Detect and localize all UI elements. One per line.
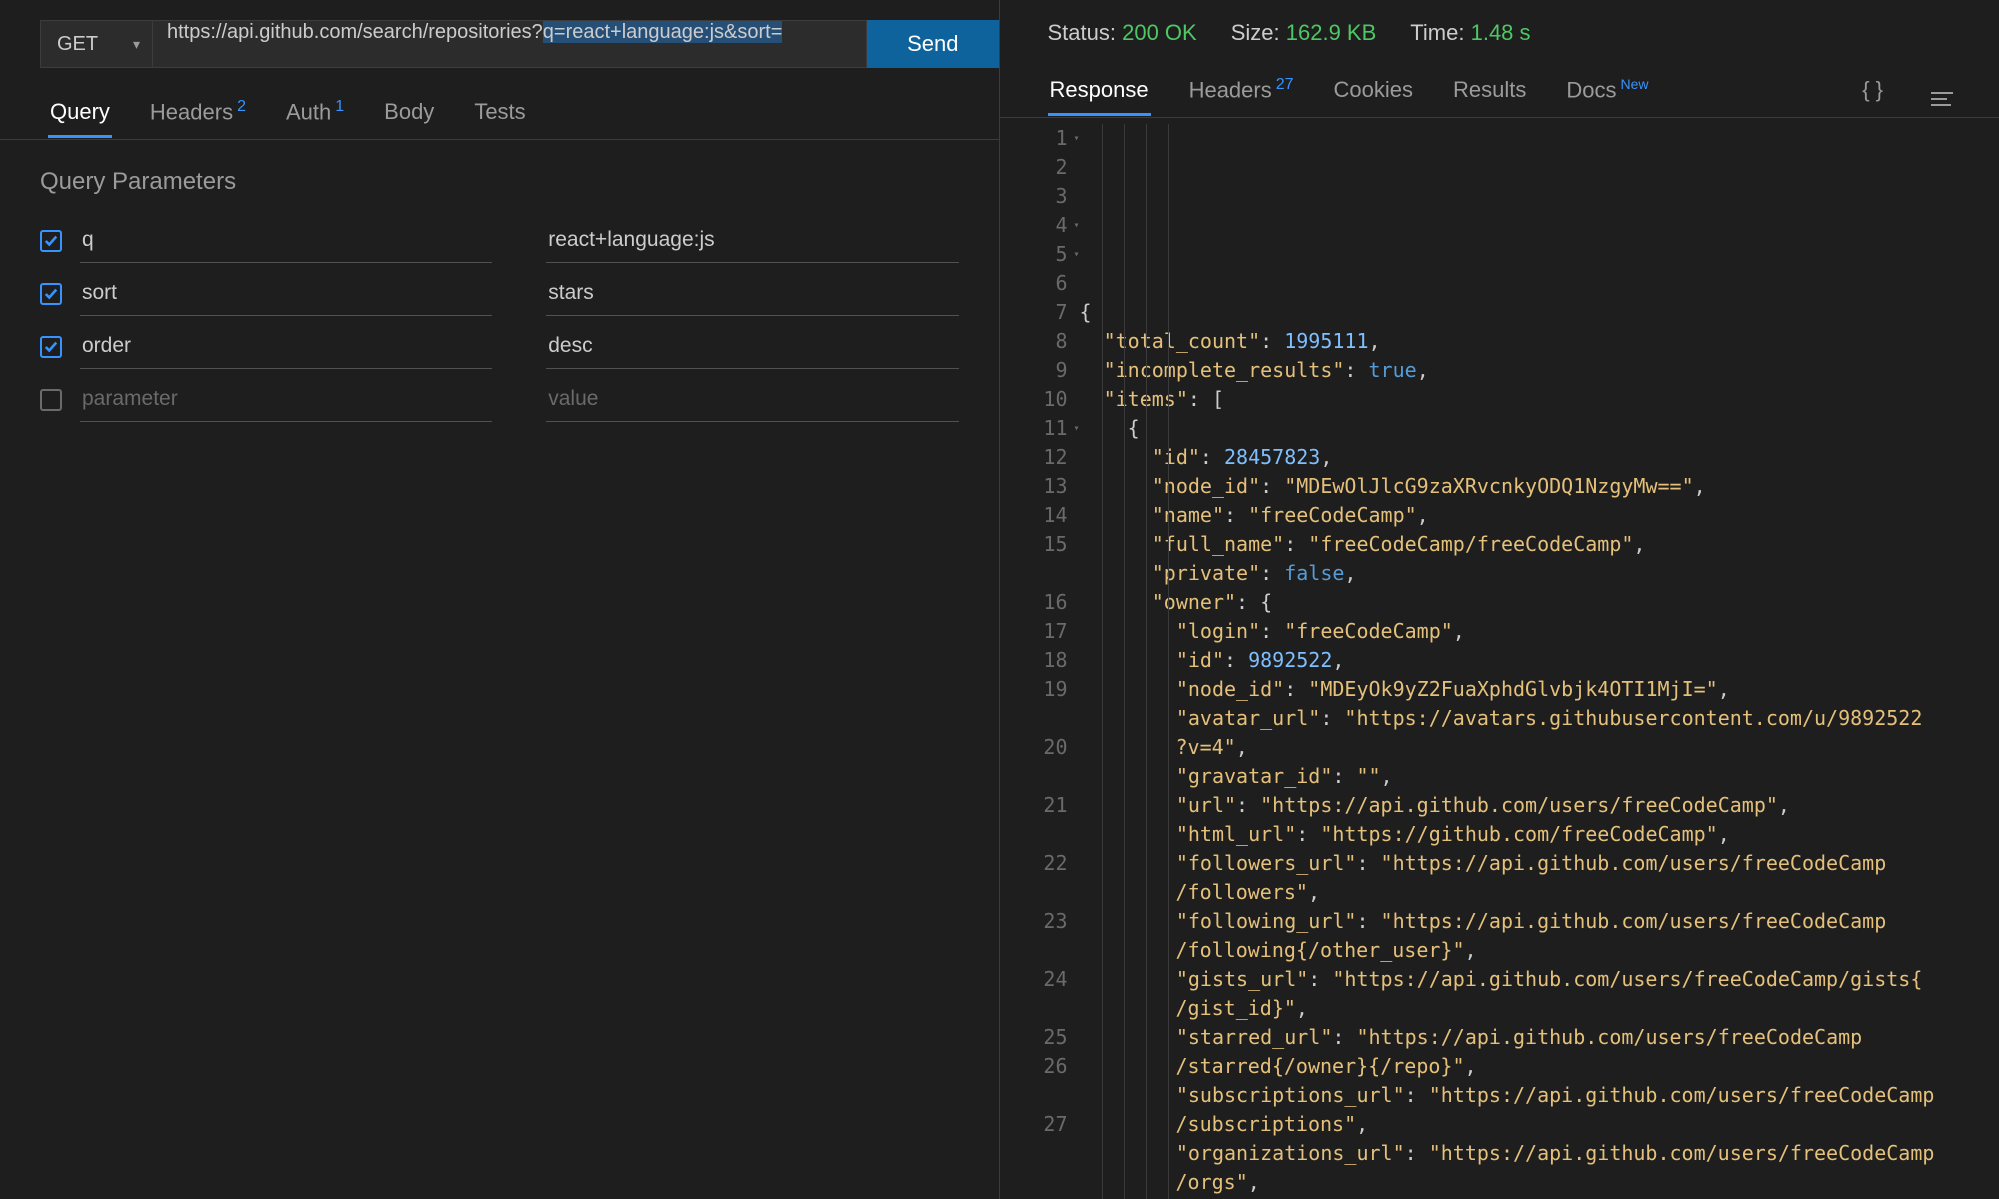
tab-headers[interactable]: Headers27: [1187, 64, 1296, 115]
tab-docs[interactable]: DocsNew: [1564, 64, 1650, 115]
url-input[interactable]: https://api.github.com/search/repositori…: [152, 20, 867, 68]
tab-body[interactable]: Body: [382, 87, 436, 137]
tab-response[interactable]: Response: [1048, 65, 1151, 115]
param-key-input[interactable]: [80, 377, 492, 422]
param-checkbox[interactable]: [40, 283, 62, 305]
param-value-input[interactable]: [546, 218, 958, 263]
param-key-input[interactable]: [80, 271, 492, 316]
tab-headers[interactable]: Headers2: [148, 86, 248, 137]
tab-query[interactable]: Query: [48, 87, 112, 137]
param-row: [0, 373, 999, 426]
param-value-input[interactable]: [546, 271, 958, 316]
param-row: [0, 267, 999, 320]
toggle-lines-icon[interactable]: [1925, 68, 1959, 112]
param-row: [0, 214, 999, 267]
time-value: 1.48 s: [1471, 20, 1531, 45]
param-key-input[interactable]: [80, 218, 492, 263]
response-body[interactable]: 1▾234▾5▾67891011▾12131415161718192021222…: [1000, 118, 1999, 1199]
tab-cookies[interactable]: Cookies: [1332, 65, 1415, 115]
param-value-input[interactable]: [546, 324, 958, 369]
param-checkbox[interactable]: [40, 336, 62, 358]
tab-tests[interactable]: Tests: [472, 87, 527, 137]
param-value-input[interactable]: [546, 377, 958, 422]
request-tabs: Query Headers2 Auth1 Body Tests: [0, 84, 999, 140]
braces-icon[interactable]: { }: [1856, 71, 1889, 109]
param-checkbox[interactable]: [40, 389, 62, 411]
send-button[interactable]: Send: [867, 20, 998, 68]
param-checkbox[interactable]: [40, 230, 62, 252]
status-row: Status: 200 OK Size: 162.9 KB Time: 1.48…: [1000, 0, 1999, 46]
param-key-input[interactable]: [80, 324, 492, 369]
query-section-title: Query Parameters: [0, 140, 999, 214]
status-value: 200 OK: [1122, 20, 1197, 45]
http-method-value: GET: [57, 33, 98, 56]
tab-results[interactable]: Results: [1451, 65, 1528, 115]
param-row: [0, 320, 999, 373]
size-value: 162.9 KB: [1286, 20, 1377, 45]
query-params-list: [0, 214, 999, 426]
tab-auth[interactable]: Auth1: [284, 86, 346, 137]
response-tabs: Response Headers27 Cookies Results DocsNew { …: [1000, 62, 1999, 118]
http-method-select[interactable]: GET ▾: [40, 20, 152, 68]
chevron-down-icon: ▾: [133, 36, 140, 53]
